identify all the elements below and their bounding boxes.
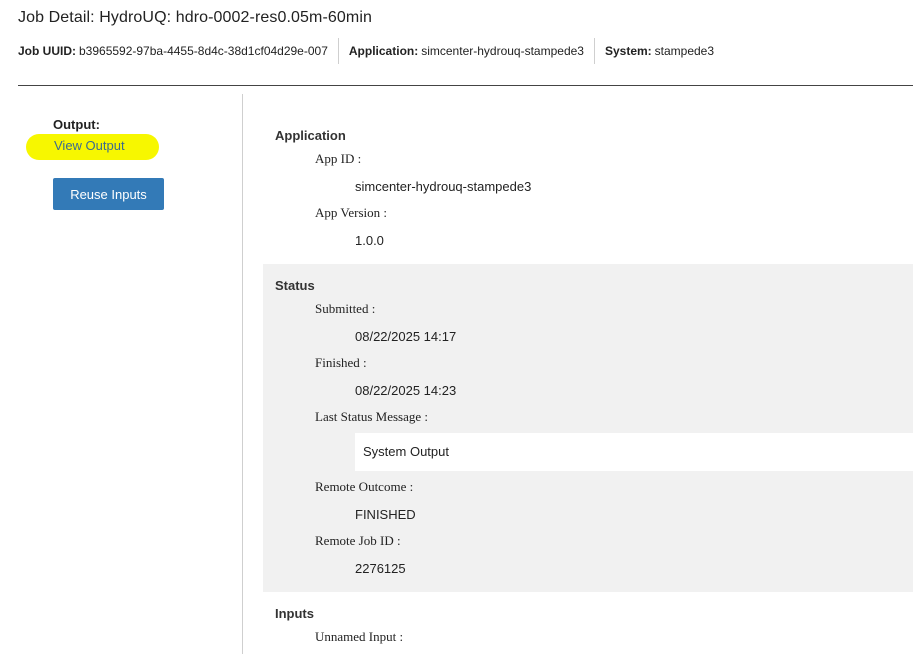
job-system: System: stampede3 <box>593 38 724 64</box>
app-version-label: App Version : <box>315 205 387 220</box>
application-label: Application: <box>348 44 419 58</box>
finished-value: 08/22/2025 14:23 <box>355 383 457 398</box>
remote-job-id-value: 2276125 <box>355 561 406 576</box>
application-value: simcenter-hydrouq-stampede3 <box>421 44 584 58</box>
reuse-inputs-button[interactable]: Reuse Inputs <box>53 178 164 210</box>
app-version-value: 1.0.0 <box>355 233 384 248</box>
last-status-message: System Output <box>363 444 449 459</box>
app-id-value: simcenter-hydrouq-stampede3 <box>355 179 532 194</box>
column-divider <box>242 94 243 654</box>
view-output-link[interactable]: View Output <box>54 138 125 153</box>
remote-outcome-value: FINISHED <box>355 507 416 522</box>
inputs-section-title: Inputs <box>275 606 314 621</box>
job-uuid-label: Job UUID: <box>18 44 76 58</box>
finished-label: Finished : <box>315 355 367 370</box>
submitted-value: 08/22/2025 14:17 <box>355 329 457 344</box>
job-uuid: Job UUID: b3965592-97ba-4455-8d4c-38d1cf… <box>18 38 338 64</box>
unnamed-input-label: Unnamed Input : <box>315 629 404 644</box>
system-label: System: <box>604 44 652 58</box>
system-value: stampede3 <box>654 44 715 58</box>
last-status-label: Last Status Message : <box>315 409 429 424</box>
job-uuid-value: b3965592-97ba-4455-8d4c-38d1cf04d29e-007 <box>79 44 328 58</box>
header-divider <box>18 85 913 86</box>
remote-outcome-label: Remote Outcome : <box>315 479 414 494</box>
submitted-label: Submitted : <box>315 301 376 316</box>
app-id-label: App ID : <box>315 151 362 166</box>
application-section-title: Application <box>275 128 346 143</box>
output-label: Output: <box>53 117 100 132</box>
job-meta-bar: Job UUID: b3965592-97ba-4455-8d4c-38d1cf… <box>18 38 724 64</box>
job-detail-page: Job Detail: HydroUQ: hdro-0002-res0.05m-… <box>0 0 913 654</box>
page-title: Job Detail: HydroUQ: hdro-0002-res0.05m-… <box>18 9 372 26</box>
remote-job-id-label: Remote Job ID : <box>315 533 401 548</box>
status-section-title: Status <box>275 278 315 293</box>
job-application: Application: simcenter-hydrouq-stampede3 <box>337 38 594 64</box>
